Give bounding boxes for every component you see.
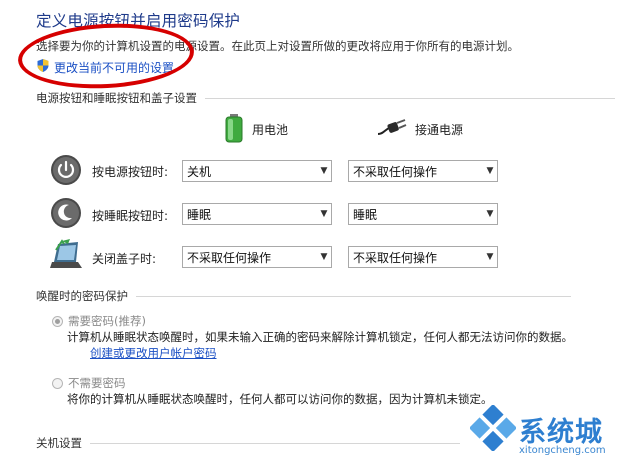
chevron-down-icon: ▼ (320, 252, 328, 262)
power-section-heading: 电源按钮和睡眠按钮和盖子设置 (36, 90, 615, 106)
battery-column-header: 用电池 (224, 113, 288, 146)
power-button-label: 按电源按钮时: (92, 165, 169, 179)
lid-close-plugged-select[interactable]: 不采取任何操作 ▼ (348, 246, 498, 268)
no-password-radio[interactable]: 不需要密码 (52, 375, 126, 391)
power-button-icon (50, 154, 82, 190)
require-password-description: 计算机从睡眠状态唤醒时，如果未输入正确的密码来解除计算机锁定，任何人都无法访问你… (67, 330, 573, 344)
change-settings-label: 更改当前不可用的设置 (54, 60, 175, 75)
power-plug-icon (377, 118, 407, 141)
power-button-plugged-select[interactable]: 不采取任何操作 ▼ (348, 160, 498, 182)
power-button-battery-select[interactable]: 关机 ▼ (182, 160, 332, 182)
create-change-password-link[interactable]: 创建或更改用户帐户密码 (90, 345, 217, 361)
no-password-description: 将你的计算机从睡眠状态唤醒时，任何人都可以访问你的数据，因为计算机未锁定。 (67, 392, 493, 406)
uac-shield-icon (36, 58, 50, 76)
sleep-button-plugged-select[interactable]: 睡眠 ▼ (348, 203, 498, 225)
change-unavailable-settings-link[interactable]: 更改当前不可用的设置 (36, 58, 174, 76)
section-divider (90, 442, 460, 444)
watermark-name: 系统城 (519, 417, 603, 448)
chevron-down-icon: ▼ (486, 209, 494, 219)
page-title: 定义电源按钮并启用密码保护 (36, 12, 241, 30)
shutdown-section-heading: 关机设置 (36, 435, 460, 451)
chevron-down-icon: ▼ (320, 166, 328, 176)
password-section-heading: 唤醒时的密码保护 (36, 288, 571, 304)
chevron-down-icon: ▼ (486, 252, 494, 262)
radio-button (52, 377, 63, 389)
section-divider (205, 97, 615, 99)
lid-close-label: 关闭盖子时: (92, 252, 157, 266)
require-password-radio[interactable]: 需要密码(推荐) (52, 313, 146, 329)
plugged-in-column-header: 接通电源 (377, 118, 463, 141)
chevron-down-icon: ▼ (486, 166, 494, 176)
lid-close-battery-select[interactable]: 不采取任何操作 ▼ (182, 246, 332, 268)
sleep-button-label: 按睡眠按钮时: (92, 209, 169, 223)
sleep-button-icon (50, 197, 82, 233)
watermark-url: xitongcheng.com (519, 445, 606, 456)
sleep-button-battery-select[interactable]: 睡眠 ▼ (182, 203, 332, 225)
watermark-logo-icon (468, 403, 518, 455)
section-divider (136, 295, 571, 297)
chevron-down-icon: ▼ (320, 209, 328, 219)
laptop-lid-icon (48, 238, 84, 274)
battery-icon (224, 113, 244, 146)
radio-button-selected (52, 315, 63, 327)
page-description: 选择要为你的计算机设置的电源设置。在此页上对设置所做的更改将应用于你所有的电源计… (36, 39, 519, 53)
